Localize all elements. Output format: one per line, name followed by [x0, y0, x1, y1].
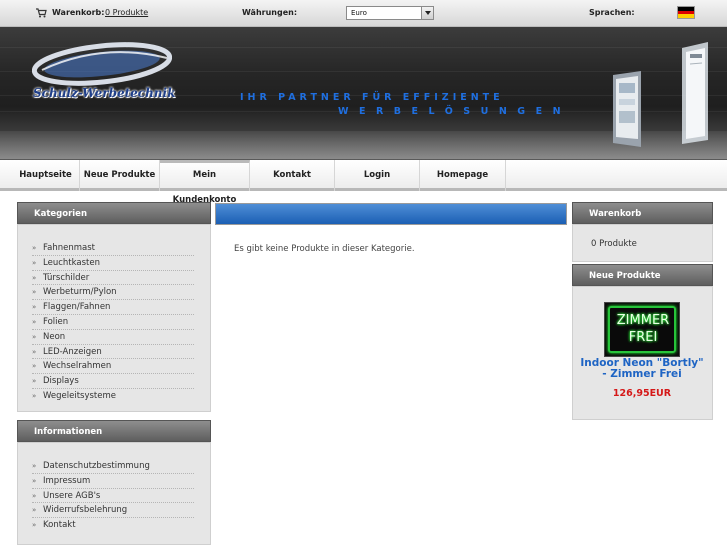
chevron-down-icon[interactable] — [421, 7, 433, 19]
category-item[interactable]: » Folien — [32, 315, 194, 330]
german-flag-icon[interactable] — [677, 6, 695, 19]
slogan-line-1: IHR PARTNER FÜR EFFIZIENTE — [240, 92, 504, 103]
info-item[interactable]: » Unsere AGB's — [32, 489, 194, 504]
categories-title: Kategorien — [17, 202, 211, 224]
nav-item-login[interactable]: Login — [335, 160, 420, 191]
info-item[interactable]: » Kontakt — [32, 518, 194, 533]
nav-item-homepage[interactable]: Homepage — [420, 160, 506, 191]
category-item[interactable]: » Türschilder — [32, 271, 194, 286]
category-item[interactable]: » Wegeleitsysteme — [32, 389, 194, 404]
category-item[interactable]: » Wechselrahmen — [32, 359, 194, 375]
nav-item-hauptseite[interactable]: Hauptseite — [12, 160, 80, 191]
new-products-title: Neue Produkte — [572, 264, 713, 286]
category-item[interactable]: » Neon — [32, 330, 194, 345]
information-list: » Datenschutzbestimmung » Impressum » Unser… — [32, 459, 194, 533]
category-item[interactable]: » Fahnenmast — [32, 241, 194, 256]
logo-text[interactable]: Schulz-Werbetechnik — [33, 86, 175, 100]
category-item[interactable]: » Werbeturm/Pylon — [32, 285, 194, 301]
categories-list: » Fahnenmast » Leuchtkasten » Türschilder »… — [32, 241, 194, 404]
currency-selected-value: Euro — [351, 9, 367, 17]
cart-box-count: 0 Produkte — [591, 239, 637, 249]
display-stand-icon — [613, 71, 641, 147]
content-header-bar — [215, 203, 567, 225]
info-item[interactable]: » Widerrufsbelehrung — [32, 503, 194, 519]
category-item[interactable]: » Flaggen/Fahnen — [32, 300, 194, 315]
info-item[interactable]: » Datenschutzbestimmung — [32, 459, 194, 474]
empty-category-message: Es gibt keine Produkte in dieser Kategor… — [234, 244, 415, 254]
product-name-link[interactable]: Indoor Neon "Bortly" - Zimmer Frei — [578, 358, 706, 380]
category-item[interactable]: » Displays — [32, 374, 194, 389]
slogan-line-2: WERBELÖSUNGEN — [338, 106, 572, 117]
category-item[interactable]: » Leuchtkasten — [32, 256, 194, 271]
language-label: Sprachen: — [589, 8, 635, 17]
info-item[interactable]: » Impressum — [32, 474, 194, 489]
nav-item-kontakt[interactable]: Kontakt — [250, 160, 335, 191]
product-image[interactable]: ZIMMER FREI — [604, 302, 680, 357]
product-price: 126,95EUR — [612, 388, 672, 399]
cart-link[interactable]: 0 Produkte — [105, 8, 148, 17]
information-title: Informationen — [17, 420, 211, 442]
nav-item-neue-produkte[interactable]: Neue Produkte — [80, 160, 160, 191]
currency-select[interactable]: Euro — [346, 6, 434, 20]
nav-item-mein-kundenkonto[interactable]: Mein Kundenkonto — [160, 160, 250, 205]
glass-display-icon — [682, 42, 708, 144]
cart-icon — [36, 8, 47, 18]
main-nav: Hauptseite Neue Produkte Mein Kundenkont… — [0, 160, 727, 205]
cart-box-title: Warenkorb — [572, 202, 713, 224]
currency-label: Währungen: — [242, 8, 298, 17]
top-bar: Warenkorb: 0 Produkte Währungen: Euro Sp… — [0, 0, 727, 27]
category-item[interactable]: » LED-Anzeigen — [32, 345, 194, 360]
logo-swoosh-icon[interactable] — [32, 32, 172, 90]
cart-label: Warenkorb: — [52, 8, 105, 17]
